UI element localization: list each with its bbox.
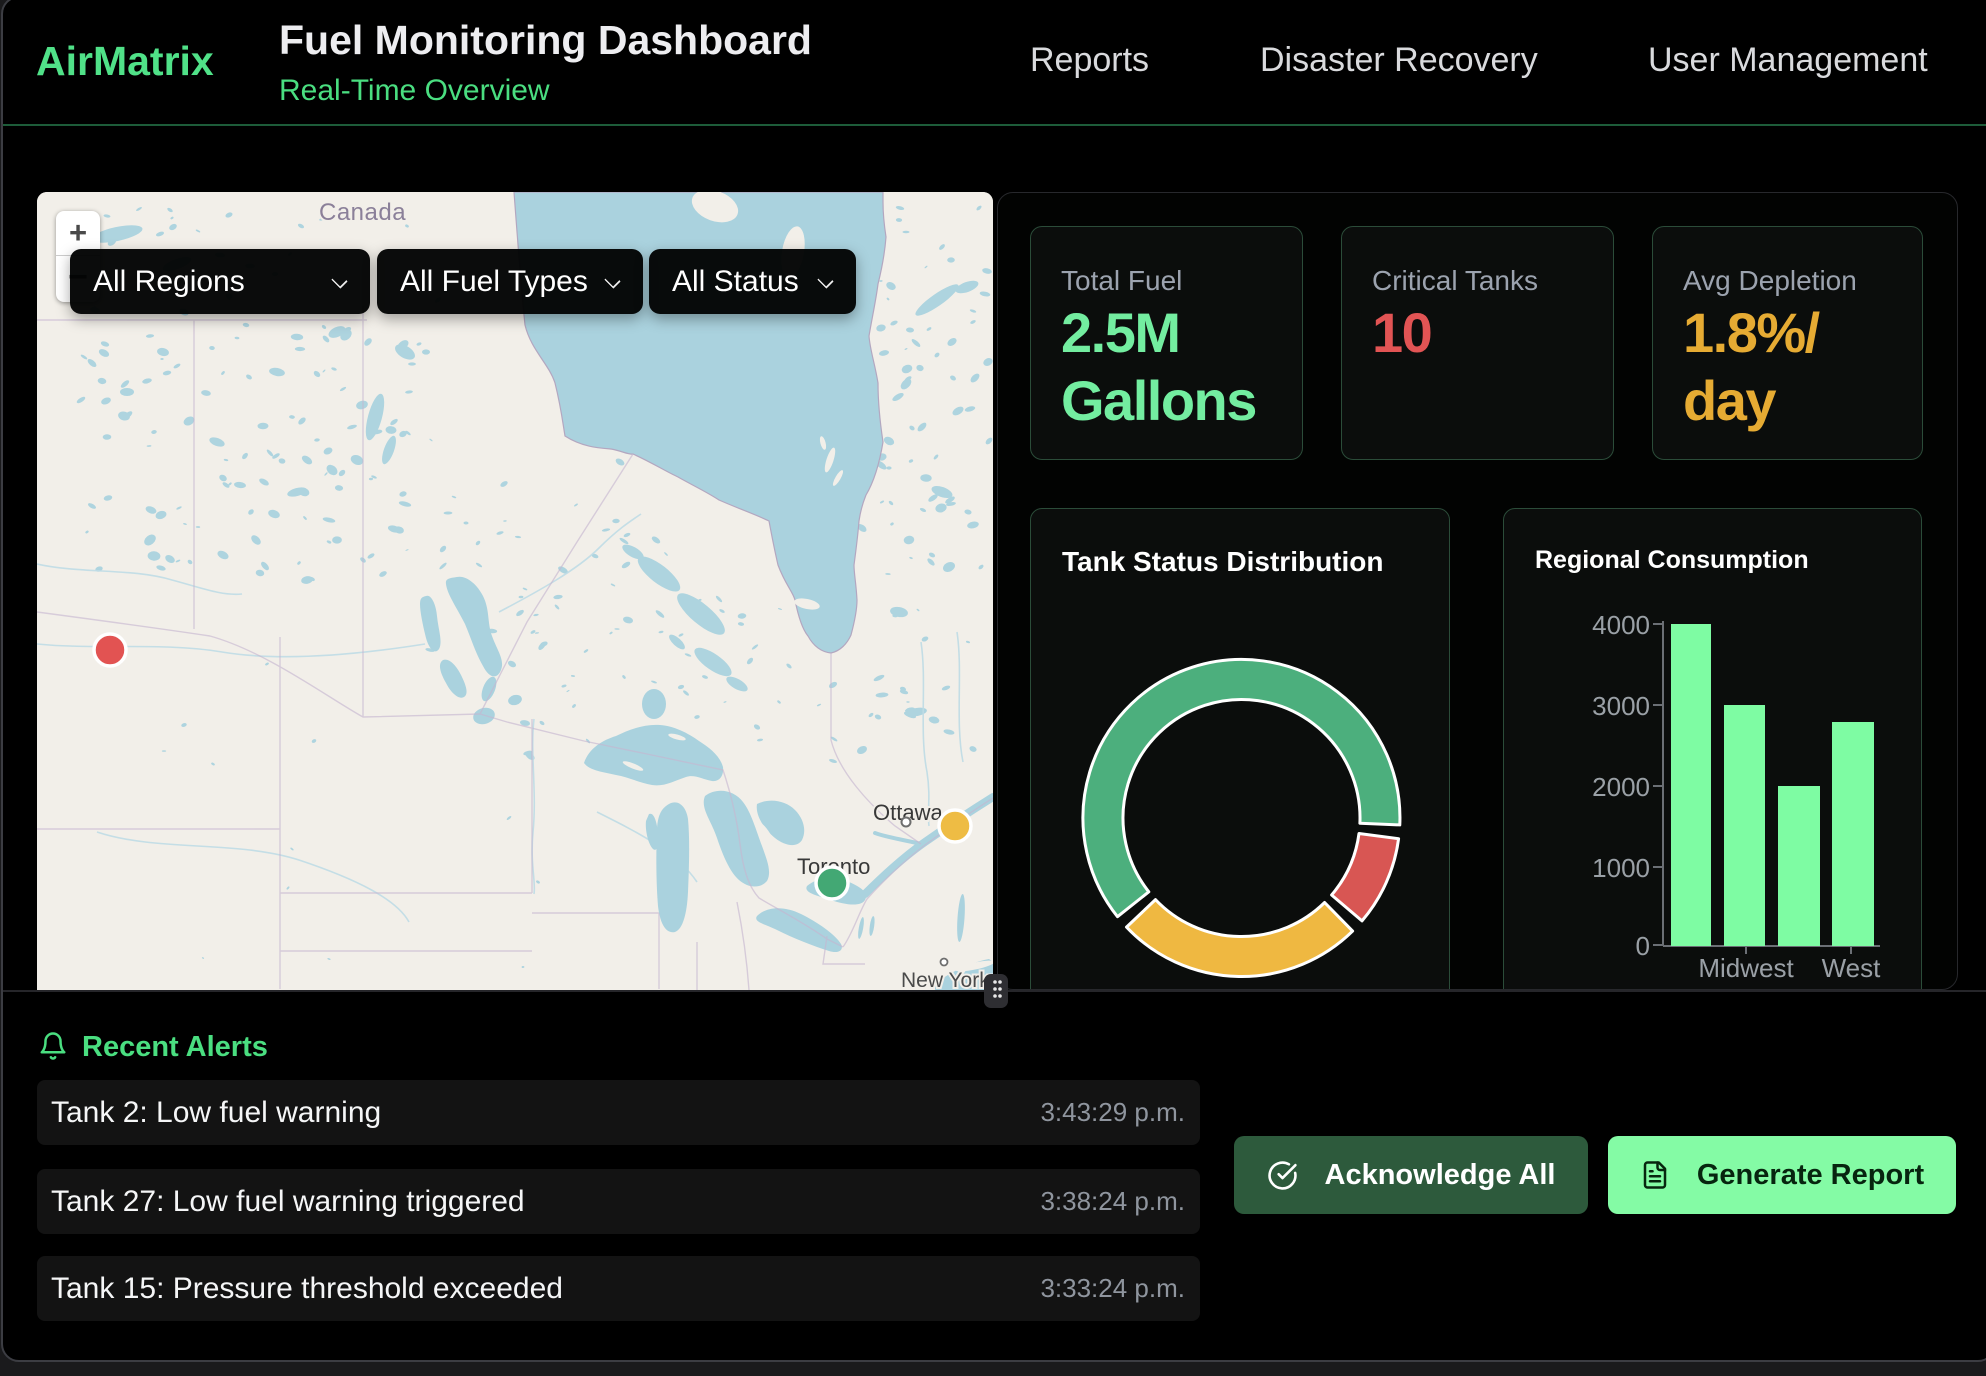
svg-text:New York: New York <box>901 969 990 990</box>
svg-text:1000: 1000 <box>1592 853 1650 883</box>
svg-text:0: 0 <box>1636 931 1650 961</box>
svg-text:3000: 3000 <box>1592 691 1650 721</box>
svg-text:West: West <box>1822 953 1882 983</box>
svg-text:4000: 4000 <box>1592 610 1650 640</box>
svg-text:Canada: Canada <box>319 199 406 226</box>
svg-text:Midwest: Midwest <box>1698 953 1794 983</box>
svg-text:2000: 2000 <box>1592 772 1650 802</box>
